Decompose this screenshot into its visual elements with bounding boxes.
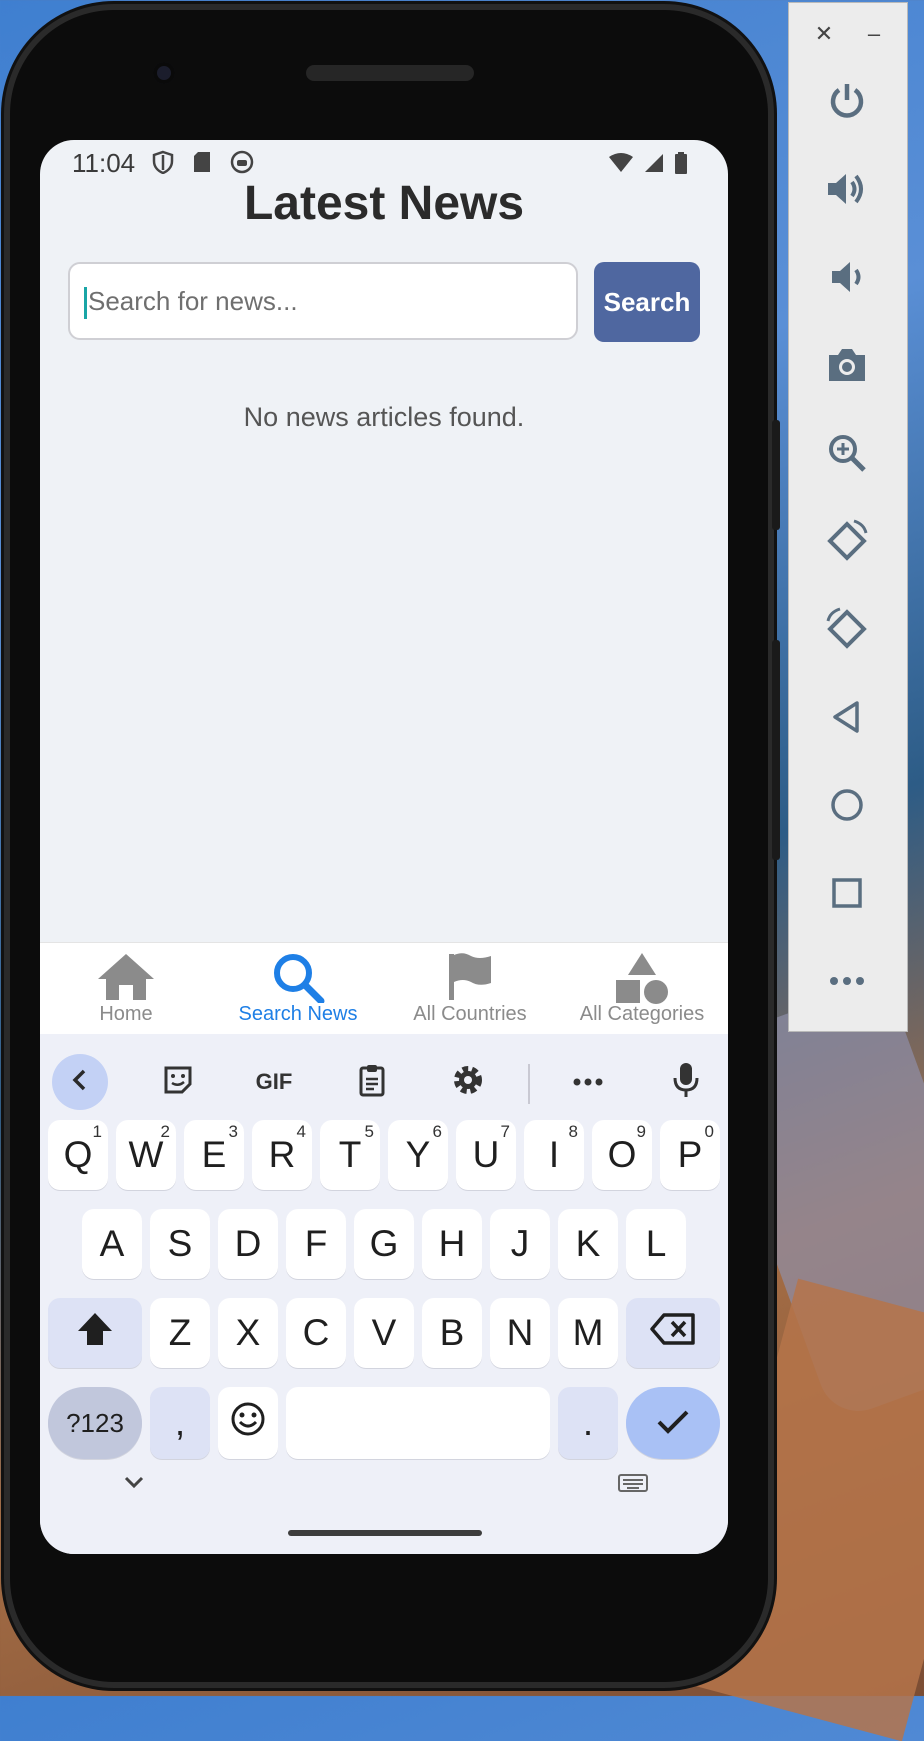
keyboard-more-button[interactable] (560, 1054, 616, 1110)
toolbar-divider (528, 1064, 530, 1104)
camera-icon[interactable] (815, 333, 879, 397)
cell-signal-icon (644, 153, 664, 178)
soft-keyboard: GIF Q1 W2 E3 R4 T5 Y6 U7 I8 O9 P0 A S D … (40, 1034, 728, 1554)
period-key[interactable]: . (558, 1387, 618, 1459)
emoji-key[interactable] (218, 1387, 278, 1459)
key-s[interactable]: S (150, 1209, 210, 1279)
shift-key[interactable] (48, 1298, 142, 1368)
sticker-button[interactable] (150, 1054, 206, 1110)
nav-item-search-news[interactable]: Search News (212, 943, 384, 1035)
clipboard-button[interactable] (344, 1054, 400, 1110)
key-u[interactable]: U7 (456, 1120, 516, 1190)
more-icon[interactable] (815, 949, 879, 1013)
key-j[interactable]: J (490, 1209, 550, 1279)
key-n[interactable]: N (490, 1298, 550, 1368)
rotate-right-icon[interactable] (815, 597, 879, 661)
wifi-icon (608, 153, 634, 178)
key-m[interactable]: M (558, 1298, 618, 1368)
check-icon (656, 1402, 690, 1444)
key-y[interactable]: Y6 (388, 1120, 448, 1190)
key-z[interactable]: Z (150, 1298, 210, 1368)
volume-up-icon[interactable] (815, 157, 879, 221)
key-x[interactable]: X (218, 1298, 278, 1368)
earpiece-speaker (306, 65, 474, 81)
sticker-icon (162, 1064, 194, 1101)
key-t[interactable]: T5 (320, 1120, 380, 1190)
empty-state-message: No news articles found. (243, 402, 525, 432)
key-v[interactable]: V (354, 1298, 414, 1368)
key-d[interactable]: D (218, 1209, 278, 1279)
home-icon[interactable] (815, 773, 879, 837)
backspace-key[interactable] (626, 1298, 720, 1368)
keyboard-switch-icon[interactable] (618, 1474, 648, 1497)
key-a[interactable]: A (82, 1209, 142, 1279)
search-button[interactable]: Search (594, 262, 700, 342)
more-icon (573, 1073, 603, 1091)
key-q[interactable]: Q1 (48, 1120, 108, 1190)
nav-label-all-categories: All Categories (579, 1003, 705, 1025)
volume-side-button[interactable] (772, 640, 780, 860)
enter-key[interactable] (626, 1387, 720, 1459)
zoom-icon[interactable] (815, 421, 879, 485)
key-l[interactable]: L (626, 1209, 686, 1279)
key-r[interactable]: R4 (252, 1120, 312, 1190)
clipboard-icon (358, 1063, 386, 1102)
nav-item-home[interactable]: Home (40, 943, 212, 1035)
chevron-left-icon (70, 1068, 90, 1097)
bottom-navigation: Home Search News All Countries All Categ… (40, 942, 728, 1035)
minimize-icon[interactable]: – (859, 19, 889, 49)
key-c[interactable]: C (286, 1298, 346, 1368)
space-key[interactable] (286, 1387, 550, 1459)
search-input[interactable]: Search for news... (68, 262, 578, 340)
back-icon[interactable] (815, 685, 879, 749)
key-o[interactable]: O9 (592, 1120, 652, 1190)
comma-key[interactable]: , (150, 1387, 210, 1459)
power-side-button[interactable] (772, 420, 780, 530)
mic-icon (673, 1062, 699, 1103)
sd-card-icon (192, 150, 212, 179)
text-cursor (84, 287, 87, 320)
key-p[interactable]: P0 (660, 1120, 720, 1190)
emulator-toolbar: ✕ – (788, 2, 908, 1032)
power-icon[interactable] (815, 69, 879, 133)
gear-icon (451, 1063, 485, 1102)
voice-input-button[interactable] (658, 1054, 714, 1110)
key-g[interactable]: G (354, 1209, 414, 1279)
key-e[interactable]: E3 (184, 1120, 244, 1190)
gesture-home-bar[interactable] (288, 1530, 482, 1536)
status-right-icons (608, 152, 688, 179)
status-time: 11:04 (72, 148, 136, 178)
shield-icon (152, 150, 174, 179)
gif-button[interactable]: GIF (246, 1054, 302, 1110)
key-b[interactable]: B (422, 1298, 482, 1368)
nav-label-home: Home (99, 1003, 153, 1025)
keyboard-settings-button[interactable] (440, 1054, 496, 1110)
robot-icon (230, 150, 254, 179)
key-i[interactable]: I8 (524, 1120, 584, 1190)
key-k[interactable]: K (558, 1209, 618, 1279)
front-camera (153, 62, 175, 84)
device-screen: 11:04 Latest News Search for news... Sea… (40, 140, 728, 1554)
key-w[interactable]: W2 (116, 1120, 176, 1190)
symbols-key[interactable]: ?123 (48, 1387, 142, 1459)
nav-label-all-countries: All Countries (413, 1003, 527, 1025)
battery-icon (674, 152, 688, 179)
backspace-icon (650, 1312, 696, 1354)
smiley-icon (230, 1401, 266, 1446)
close-icon[interactable]: ✕ (809, 19, 839, 49)
volume-down-icon[interactable] (815, 245, 879, 309)
page-title: Latest News (243, 177, 525, 230)
shift-icon (76, 1311, 114, 1356)
search-placeholder: Search for news... (88, 286, 298, 316)
overview-icon[interactable] (815, 861, 879, 925)
rotate-left-icon[interactable] (815, 509, 879, 573)
keyboard-back-button[interactable] (52, 1054, 108, 1110)
nav-item-all-countries[interactable]: All Countries (384, 943, 556, 1035)
key-h[interactable]: H (422, 1209, 482, 1279)
key-f[interactable]: F (286, 1209, 346, 1279)
nav-item-all-categories[interactable]: All Categories (556, 943, 728, 1035)
nav-label-search-news: Search News (238, 1003, 358, 1025)
hide-keyboard-icon[interactable] (122, 1474, 146, 1495)
